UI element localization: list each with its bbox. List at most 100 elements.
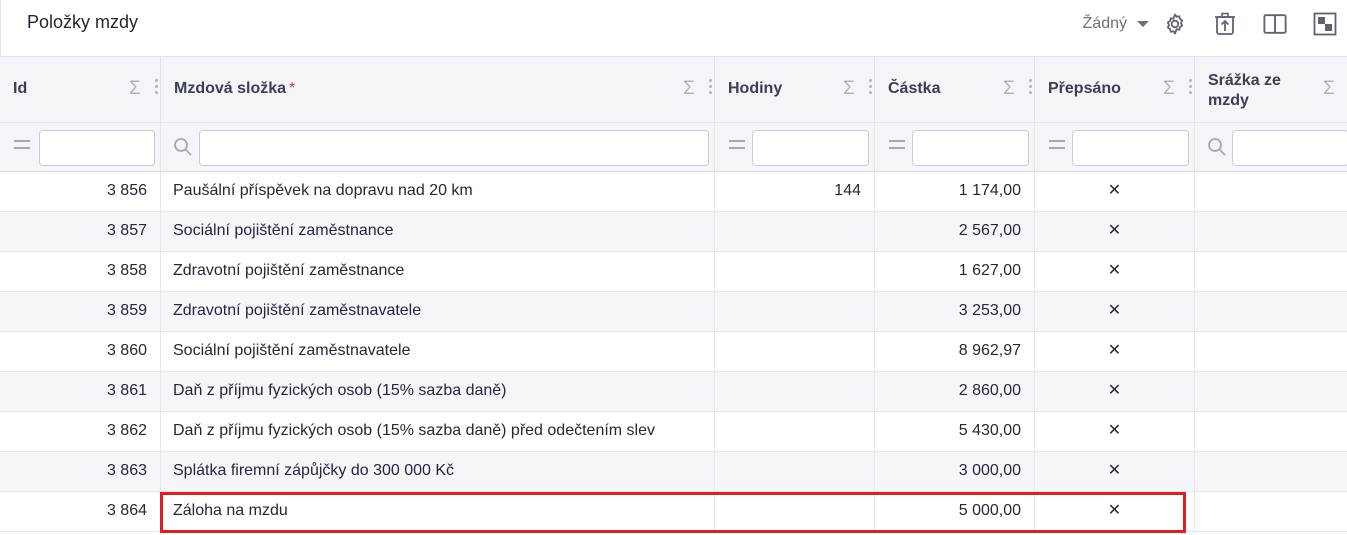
- title-bar: Položky mzdy Žádný: [0, 0, 1347, 56]
- filter-input-prepsano[interactable]: [1072, 130, 1189, 166]
- column-header-id[interactable]: Id Σ: [0, 57, 161, 122]
- cell-hodiny: [715, 332, 875, 372]
- filter-cell-id: [0, 123, 161, 171]
- sigma-icon[interactable]: Σ: [683, 79, 695, 98]
- table-row[interactable]: 3 862 Daň z příjmu fyzických osob (15% s…: [0, 412, 1347, 452]
- table-row[interactable]: 3 856 Paušální příspěvek na dopravu nad …: [0, 172, 1347, 212]
- filter-input-mzdova-slozka[interactable]: [199, 130, 709, 166]
- cell-prepsano: ✕: [1035, 372, 1195, 412]
- cell-castka: 3 000,00: [875, 452, 1035, 492]
- cell-mzdova-slozka: Daň z příjmu fyzických osob (15% sazba d…: [161, 412, 715, 452]
- cell-hodiny: [715, 492, 875, 532]
- equals-operator-icon[interactable]: [887, 135, 907, 155]
- sigma-icon[interactable]: Σ: [1003, 79, 1015, 98]
- table-row[interactable]: 3 860 Sociální pojištění zaměstnavatele …: [0, 332, 1347, 372]
- cell-srazka-ze-mzdy: [1195, 172, 1347, 212]
- cell-mzdova-slozka: Záloha na mzdu: [161, 492, 715, 532]
- cell-mzdova-slozka: Zdravotní pojištění zaměstnavatele: [161, 292, 715, 332]
- sigma-icon[interactable]: Σ: [1163, 79, 1175, 98]
- cell-prepsano: ✕: [1035, 212, 1195, 252]
- cell-castka: 1 627,00: [875, 252, 1035, 292]
- cell-id: 3 857: [0, 212, 161, 252]
- filter-input-srazka-ze-mzdy[interactable]: [1232, 130, 1347, 166]
- cell-castka: 3 253,00: [875, 292, 1035, 332]
- filter-cell-srazka-ze-mzdy: [1195, 123, 1347, 171]
- column-menu-icon[interactable]: [869, 79, 873, 97]
- cell-castka: 2 860,00: [875, 372, 1035, 412]
- cell-prepsano: ✕: [1035, 252, 1195, 292]
- cell-hodiny: [715, 372, 875, 412]
- gear-icon: [1166, 13, 1184, 35]
- column-header-prepsano[interactable]: Přepsáno Σ: [1035, 57, 1195, 122]
- cell-id: 3 860: [0, 332, 161, 372]
- sigma-icon[interactable]: Σ: [1323, 79, 1335, 98]
- table-row[interactable]: 3 863 Splátka firemní zápůjčky do 300 00…: [0, 452, 1347, 492]
- split-view-button[interactable]: [1263, 12, 1287, 36]
- cell-mzdova-slozka: Paušální příspěvek na dopravu nad 20 km: [161, 172, 715, 212]
- cell-srazka-ze-mzdy: [1195, 372, 1347, 412]
- search-icon: [174, 138, 192, 156]
- cell-srazka-ze-mzdy: [1195, 412, 1347, 452]
- cell-id: 3 856: [0, 172, 161, 212]
- filter-input-hodiny[interactable]: [752, 130, 869, 166]
- column-header-castka[interactable]: Částka Σ: [875, 57, 1035, 122]
- cell-prepsano: ✕: [1035, 452, 1195, 492]
- column-menu-icon[interactable]: [1029, 79, 1033, 97]
- cell-castka: 5 000,00: [875, 492, 1035, 532]
- sigma-icon[interactable]: Σ: [843, 79, 855, 98]
- cell-mzdova-slozka: Sociální pojištění zaměstnavatele: [161, 332, 715, 372]
- cell-hodiny: [715, 252, 875, 292]
- cell-hodiny: [715, 452, 875, 492]
- filter-input-castka[interactable]: [912, 130, 1029, 166]
- cell-id: 3 862: [0, 412, 161, 452]
- cell-prepsano: ✕: [1035, 332, 1195, 372]
- cell-castka: 2 567,00: [875, 212, 1035, 252]
- column-header-hodiny[interactable]: Hodiny Σ: [715, 57, 875, 122]
- equals-operator-icon[interactable]: [1047, 135, 1067, 155]
- column-menu-icon[interactable]: [1189, 79, 1193, 97]
- column-header-mzdova-slozka[interactable]: Mzdová složka * Σ: [161, 57, 715, 122]
- cell-id: 3 859: [0, 292, 161, 332]
- column-header-label: Částka: [888, 80, 941, 97]
- cell-castka: 5 430,00: [875, 412, 1035, 452]
- cell-prepsano: ✕: [1035, 292, 1195, 332]
- split-view-icon: [1263, 14, 1287, 34]
- filter-cell-prepsano: [1035, 123, 1195, 171]
- column-header-label: Přepsáno: [1048, 80, 1121, 97]
- layout-button[interactable]: [1313, 12, 1337, 36]
- cell-srazka-ze-mzdy: [1195, 212, 1347, 252]
- caret-down-icon: [1137, 21, 1149, 27]
- cell-hodiny: [715, 412, 875, 452]
- column-header-label: Hodiny: [728, 80, 783, 97]
- cell-mzdova-slozka: Sociální pojištění zaměstnance: [161, 212, 715, 252]
- equals-operator-icon[interactable]: [727, 135, 747, 155]
- cell-mzdova-slozka: Zdravotní pojištění zaměstnance: [161, 252, 715, 292]
- table-row[interactable]: 3 858 Zdravotní pojištění zaměstnance 1 …: [0, 252, 1347, 292]
- cell-castka: 1 174,00: [875, 172, 1035, 212]
- cell-prepsano: ✕: [1035, 172, 1195, 212]
- view-select[interactable]: Žádný: [1083, 15, 1149, 33]
- export-button[interactable]: [1213, 12, 1237, 36]
- filter-row: [0, 122, 1347, 172]
- table-row[interactable]: 3 859 Zdravotní pojištění zaměstnavatele…: [0, 292, 1347, 332]
- cell-id: 3 861: [0, 372, 161, 412]
- column-header-srazka-ze-mzdy[interactable]: Srážka ze mzdy Σ: [1195, 57, 1347, 122]
- column-menu-icon[interactable]: [155, 79, 159, 97]
- cell-prepsano: ✕: [1035, 492, 1195, 532]
- cell-srazka-ze-mzdy: [1195, 292, 1347, 332]
- table-row[interactable]: 3 857 Sociální pojištění zaměstnance 2 5…: [0, 212, 1347, 252]
- cell-hodiny: [715, 212, 875, 252]
- cell-hodiny: [715, 292, 875, 332]
- required-marker: *: [289, 80, 296, 97]
- sigma-icon[interactable]: Σ: [129, 79, 141, 98]
- cell-srazka-ze-mzdy: [1195, 332, 1347, 372]
- settings-button[interactable]: [1163, 12, 1187, 36]
- table-row[interactable]: 3 864 Záloha na mzdu 5 000,00 ✕: [0, 492, 1347, 532]
- toolbar: Žádný: [1083, 0, 1347, 48]
- grid-header: Id Σ Mzdová složka * Σ Hodiny Σ Částka Σ …: [0, 56, 1347, 122]
- column-menu-icon[interactable]: [709, 79, 713, 97]
- table-row[interactable]: 3 861 Daň z příjmu fyzických osob (15% s…: [0, 372, 1347, 412]
- filter-input-id[interactable]: [39, 130, 155, 166]
- equals-operator-icon[interactable]: [12, 135, 32, 155]
- cell-srazka-ze-mzdy: [1195, 452, 1347, 492]
